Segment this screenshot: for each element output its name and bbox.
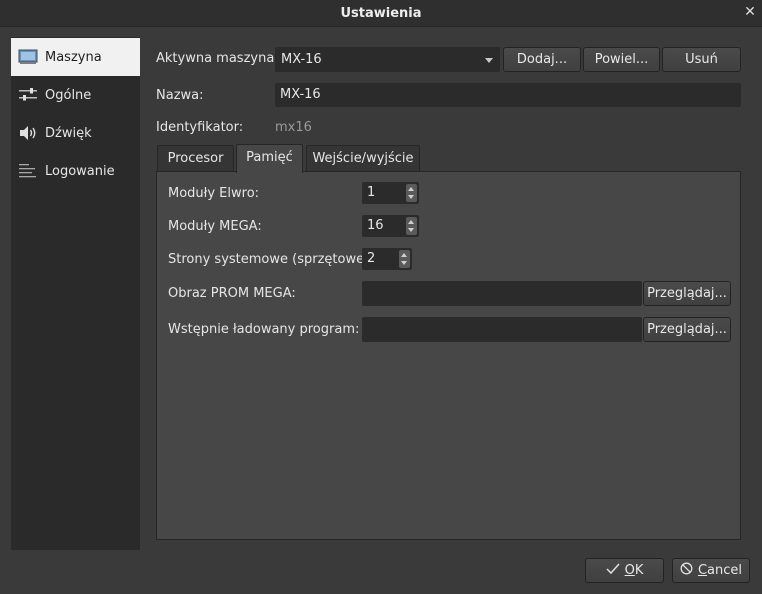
cancel-icon bbox=[680, 562, 693, 579]
tab-io[interactable]: Wejście/wyjście bbox=[306, 145, 420, 172]
ok-button[interactable]: OK bbox=[585, 558, 664, 583]
window-title: Ustawienia bbox=[340, 6, 422, 21]
sidebar-item-label: Ogólne bbox=[45, 87, 92, 103]
add-machine-button[interactable]: Dodaj... bbox=[503, 47, 581, 72]
sidebar-item-general[interactable]: Ogólne bbox=[11, 76, 140, 114]
spin-buttons[interactable] bbox=[406, 217, 417, 235]
sidebar-item-label: Maszyna bbox=[45, 49, 102, 65]
sidebar-item-label: Dźwięk bbox=[45, 125, 92, 141]
monitor-icon bbox=[18, 48, 38, 66]
tab-memory[interactable]: Pamięć bbox=[236, 144, 303, 173]
duplicate-machine-button[interactable]: Powiel... bbox=[583, 47, 660, 72]
mega-modules-spinbox[interactable]: 16 bbox=[362, 215, 419, 237]
chevron-down-icon bbox=[485, 58, 493, 63]
mega-modules-label: Moduły MEGA: bbox=[168, 219, 262, 234]
chevron-down-icon bbox=[408, 195, 414, 199]
close-icon: ✕ bbox=[744, 4, 756, 20]
sidebar-item-machine[interactable]: Maszyna bbox=[11, 38, 140, 76]
chevron-down-icon bbox=[401, 261, 407, 265]
close-button[interactable]: ✕ bbox=[741, 4, 759, 22]
remove-machine-button[interactable]: Usuń bbox=[662, 47, 741, 72]
sliders-icon bbox=[18, 86, 38, 104]
sidebar-item-sound[interactable]: Dźwięk bbox=[11, 114, 140, 152]
system-pages-value: 2 bbox=[367, 251, 376, 266]
elwro-modules-value: 1 bbox=[367, 185, 376, 200]
cancel-button[interactable]: Cancel bbox=[672, 558, 750, 583]
speaker-icon bbox=[18, 124, 38, 142]
log-lines-icon bbox=[18, 162, 38, 180]
prom-browse-button[interactable]: Przeglądaj... bbox=[643, 281, 731, 306]
chevron-up-icon bbox=[401, 253, 407, 257]
system-pages-label: Strony systemowe (sprzętowe): bbox=[168, 252, 374, 267]
ok-label: OK bbox=[625, 563, 644, 578]
mega-modules-value: 16 bbox=[367, 218, 384, 233]
active-machine-label: Aktywna maszyna: bbox=[156, 51, 279, 66]
preload-program-label: Wstępnie ładowany program: bbox=[168, 322, 360, 337]
identifier-value: mx16 bbox=[275, 120, 312, 135]
cancel-mnemonic: C bbox=[697, 563, 708, 578]
elwro-modules-spinbox[interactable]: 1 bbox=[362, 182, 419, 204]
cancel-label-rest: ancel bbox=[707, 563, 743, 578]
prom-image-label: Obraz PROM MEGA: bbox=[168, 286, 296, 301]
sidebar: Maszyna Ogólne Dźwięk Logowanie bbox=[11, 37, 140, 550]
system-pages-spinbox[interactable]: 2 bbox=[362, 248, 412, 270]
active-machine-select[interactable]: MX-16 bbox=[275, 47, 500, 72]
spin-buttons[interactable] bbox=[406, 184, 417, 202]
cancel-label: Cancel bbox=[698, 563, 742, 578]
spin-buttons[interactable] bbox=[399, 250, 410, 268]
chevron-up-icon bbox=[408, 220, 414, 224]
preload-program-input[interactable] bbox=[362, 317, 642, 342]
ok-label-rest: K bbox=[634, 563, 644, 578]
tab-processor[interactable]: Procesor bbox=[157, 145, 234, 172]
elwro-modules-label: Moduły Elwro: bbox=[168, 186, 260, 201]
active-machine-value: MX-16 bbox=[281, 52, 322, 67]
checkmark-icon bbox=[606, 563, 620, 579]
prom-image-input[interactable] bbox=[362, 281, 642, 306]
name-input[interactable]: MX-16 bbox=[275, 83, 741, 107]
preload-browse-button[interactable]: Przeglądaj... bbox=[643, 317, 731, 342]
sidebar-item-logging[interactable]: Logowanie bbox=[11, 152, 140, 190]
identifier-label: Identyfikator: bbox=[156, 120, 244, 135]
name-label: Nazwa: bbox=[156, 88, 204, 103]
name-value: MX-16 bbox=[280, 87, 321, 102]
ok-mnemonic: O bbox=[624, 563, 635, 578]
sidebar-item-label: Logowanie bbox=[45, 163, 115, 179]
chevron-up-icon bbox=[408, 187, 414, 191]
chevron-down-icon bbox=[408, 228, 414, 232]
